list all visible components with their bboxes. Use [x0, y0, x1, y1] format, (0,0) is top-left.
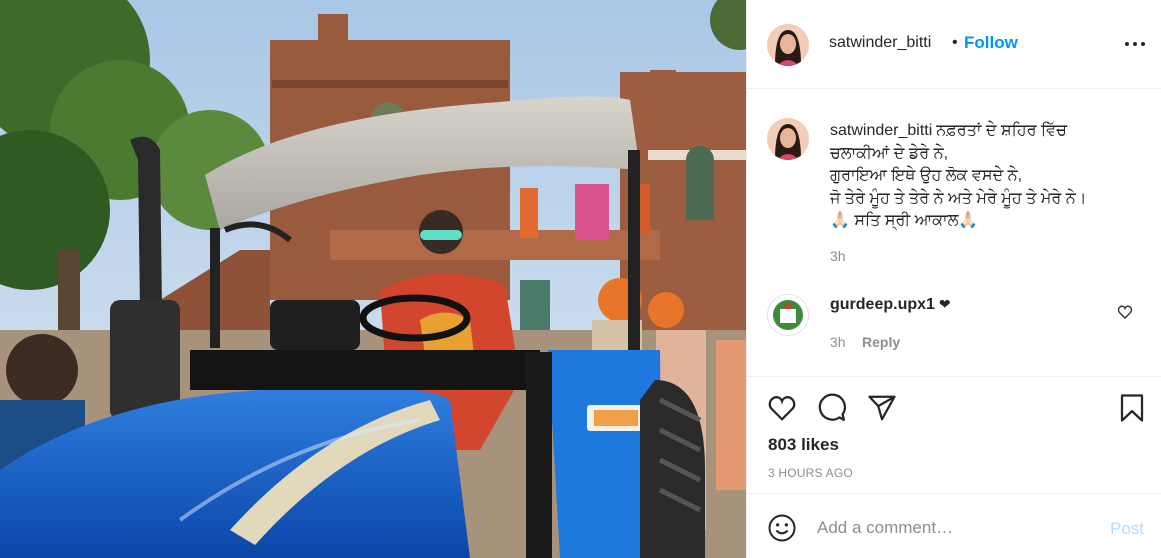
heart-outline-small-icon [1117, 305, 1133, 319]
post-photo[interactable] [0, 0, 746, 558]
more-options-icon[interactable] [1123, 34, 1147, 54]
comment-svg [818, 393, 846, 421]
tractor-photo-illustration [0, 0, 746, 558]
comment-text: gurdeep.upx1 ❤ [830, 296, 951, 314]
more-dot [1133, 42, 1137, 46]
caption-line: ਜੋ ਤੇਰੇ ਮੂੰਹ ਤੇ ਤੇਰੇ ਨੇ ਅਤੇ ਮੇਰੇ ਮੂੰਹ ਤੇ… [830, 189, 1087, 207]
post-caption: satwinder_bitti ਨਫ਼ਰਤਾਂ ਦੇ ਸ਼ਹਿਰ ਵਿੱਚ ਚਲਾ… [830, 120, 1150, 233]
share-svg [868, 395, 896, 421]
more-dot [1125, 42, 1129, 46]
comment-body: ❤ [938, 296, 951, 312]
more-dot [1141, 42, 1145, 46]
share-icon[interactable] [867, 393, 897, 423]
comment-icon[interactable] [817, 393, 847, 423]
caption-line: 🙏🏻 ਸਤਿ ਸ੍ਰੀ ਆਕਾਲ🙏🏻 [830, 212, 979, 229]
bookmark-svg [1120, 394, 1144, 422]
add-comment-bar: Post [747, 493, 1161, 558]
caption-username[interactable]: satwinder_bitti [830, 122, 932, 139]
post-side-panel: satwinder_bitti • Follow satwinder_bitti… [746, 0, 1161, 558]
caption-author-avatar[interactable] [767, 118, 809, 160]
post-timestamp[interactable]: 3 HOURS AGO [768, 466, 853, 480]
avatar-image [768, 295, 808, 335]
commenter-username[interactable]: gurdeep.upx1 [830, 296, 935, 313]
post-comment-button[interactable]: Post [1110, 519, 1144, 539]
caption-text: ਨਫ਼ਰਤਾਂ ਦੇ ਸ਼ਹਿਰ ਵਿੱਚ [936, 122, 1067, 139]
comment-input[interactable] [817, 514, 1097, 542]
post-actions: 803 likes 3 HOURS AGO [747, 376, 1161, 493]
reply-button[interactable]: Reply [862, 334, 900, 350]
comment-like-icon[interactable] [1117, 304, 1133, 320]
heart-icon[interactable] [767, 393, 797, 423]
separator-dot: • [952, 34, 958, 51]
avatar-image [767, 118, 809, 160]
caption-line: satwinder_bitti ਨਫ਼ਰਤਾਂ ਦੇ ਸ਼ਹਿਰ ਵਿੱਚ [830, 120, 1150, 143]
commenter-avatar[interactable] [767, 294, 809, 336]
author-username[interactable]: satwinder_bitti [829, 34, 931, 52]
caption-line: ਗੁਰਾਇਆ ਇਥੇ ਉਹ ਲੋਕ ਵਸਦੇ ਨੇ, [830, 167, 1023, 184]
caption-timestamp[interactable]: 3h [830, 248, 846, 264]
heart-svg [768, 396, 796, 421]
emoji-icon[interactable] [767, 513, 797, 543]
avatar-image [767, 24, 809, 66]
likes-count[interactable]: 803 likes [768, 435, 839, 455]
follow-button[interactable]: Follow [964, 33, 1018, 53]
post-header: satwinder_bitti • Follow [747, 0, 1161, 89]
smiley-svg [768, 514, 796, 542]
bookmark-icon[interactable] [1117, 393, 1147, 423]
author-avatar[interactable] [767, 24, 809, 66]
caption-line: ਚਲਾਕੀਆਂ ਦੇ ਡੇਰੇ ਨੇ, [830, 144, 949, 162]
comment-timestamp[interactable]: 3h [830, 334, 846, 350]
comments-list[interactable]: satwinder_bitti ਨਫ਼ਰਤਾਂ ਦੇ ਸ਼ਹਿਰ ਵਿੱਚ ਚਲਾ… [747, 90, 1161, 376]
